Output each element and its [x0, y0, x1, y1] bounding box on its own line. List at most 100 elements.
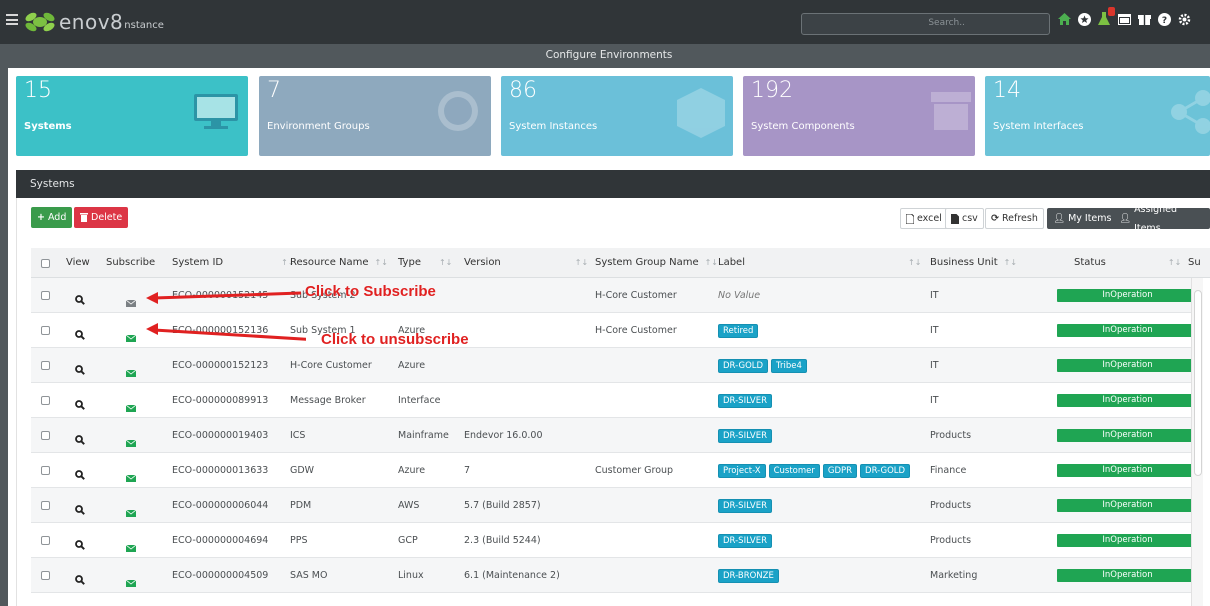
search-icon[interactable] — [75, 360, 85, 375]
select-all-checkbox[interactable] — [41, 259, 50, 268]
row-checkbox[interactable] — [41, 291, 50, 300]
column-business-unit[interactable]: Business Unit ↑↓ — [930, 248, 1017, 278]
label-tag[interactable]: DR-SILVER — [718, 533, 772, 548]
search-icon[interactable] — [75, 570, 85, 585]
label-tag[interactable]: DR-GOLD — [718, 358, 769, 373]
table-row[interactable]: ECO-000000152123 H-Core Customer Azure IT DR… — [31, 348, 1198, 383]
delete-label: Delete — [91, 212, 123, 223]
table-row[interactable]: ECO-000000013633 GDW Azure 7 Customer Group F… — [31, 453, 1198, 488]
row-checkbox[interactable] — [41, 361, 50, 370]
user-icon: 👤︎ — [1119, 213, 1132, 224]
label-tag[interactable]: DR-SILVER — [718, 428, 772, 443]
assigned-items-button[interactable]: 👤︎ Assigned Items — [1113, 204, 1210, 234]
column-resource-name[interactable]: Resource Name ↑↓ — [290, 248, 388, 278]
subscribed-envelope-icon[interactable] — [125, 502, 137, 517]
status-badge: InOperation — [1057, 569, 1198, 582]
subscribed-envelope-icon[interactable] — [125, 397, 137, 412]
search-icon[interactable] — [75, 290, 85, 305]
tile-system-interfaces[interactable]: 14 System Interfaces — [985, 76, 1210, 156]
subscribed-envelope-icon[interactable] — [125, 467, 137, 482]
subscribed-envelope-icon[interactable] — [125, 537, 137, 552]
subscribed-envelope-icon[interactable] — [125, 432, 137, 447]
row-checkbox[interactable] — [41, 466, 50, 475]
tile-system-components[interactable]: 192 System Components — [743, 76, 975, 156]
top-navbar: enov8 nstance Search.. ? — [0, 0, 1210, 44]
search-icon[interactable] — [75, 395, 85, 410]
system-id-cell: ECO-000000013633 — [172, 465, 269, 476]
label-tag[interactable]: DR-BRONZE — [718, 568, 779, 583]
hamburger-menu-icon[interactable] — [6, 14, 18, 25]
system-id-cell: ECO-000000089913 — [172, 395, 269, 406]
calendar-icon[interactable] — [1117, 12, 1131, 26]
search-icon[interactable] — [75, 465, 85, 480]
search-input[interactable]: Search.. — [801, 13, 1050, 35]
help-icon[interactable]: ? — [1157, 12, 1171, 26]
csv-export-button[interactable]: csv — [945, 208, 984, 229]
table-row[interactable]: ECO-000000089913 Message Broker Interface I… — [31, 383, 1198, 418]
type-cell: AWS — [398, 500, 420, 511]
system-id-cell: ECO-000000004509 — [172, 570, 269, 581]
column-su[interactable]: Su — [1188, 248, 1201, 278]
my-items-label: My Items — [1068, 213, 1112, 224]
tile-systems[interactable]: 15 Systems — [16, 76, 248, 156]
row-checkbox[interactable] — [41, 571, 50, 580]
column-system-id[interactable]: System ID ↑↓ — [172, 248, 295, 278]
row-checkbox[interactable] — [41, 396, 50, 405]
tile-count: 7 — [267, 78, 281, 103]
column-system-group-name[interactable]: System Group Name ↑↓ — [595, 248, 718, 278]
version-cell: 6.1 (Maintenance 2) — [464, 570, 560, 581]
table-row[interactable]: ECO-000000006044 PDM AWS 5.7 (Build 2857) Pr… — [31, 488, 1198, 523]
tile-system-instances[interactable]: 86 System Instances — [501, 76, 733, 156]
trash-icon — [80, 213, 88, 222]
add-button[interactable]: + Add — [31, 207, 73, 228]
star-icon[interactable] — [1077, 12, 1091, 26]
label-cell: DR-SILVER — [718, 488, 775, 523]
status-badge: InOperation — [1057, 464, 1198, 477]
label-tag[interactable]: Retired — [718, 323, 759, 338]
label-tag[interactable]: Project-X — [718, 463, 766, 478]
row-checkbox[interactable] — [41, 501, 50, 510]
row-checkbox[interactable] — [41, 536, 50, 545]
excel-export-button[interactable]: excel — [900, 208, 948, 229]
resource-name-cell: GDW — [290, 465, 315, 476]
label-tag[interactable]: GDPR — [822, 463, 858, 478]
my-items-button[interactable]: 👤︎ My Items — [1047, 208, 1118, 229]
label-tag[interactable]: DR-GOLD — [860, 463, 911, 478]
subscribed-envelope-icon[interactable] — [125, 362, 137, 377]
column-version[interactable]: Version ↑↓ — [464, 248, 588, 278]
column-view[interactable]: View — [66, 248, 90, 278]
label-tag[interactable]: DR-SILVER — [718, 498, 772, 513]
app-logo[interactable]: enov8 nstance — [23, 10, 164, 34]
system-id-cell: ECO-000000004694 — [172, 535, 269, 546]
scrollbar-thumb[interactable] — [1194, 290, 1202, 476]
tile-count: 192 — [751, 78, 793, 103]
unsubscribed-envelope-icon[interactable] — [125, 292, 137, 307]
home-icon[interactable] — [1057, 12, 1071, 26]
table-scrollbar[interactable] — [1191, 278, 1203, 606]
column-label[interactable]: Label ↑↓ — [718, 248, 921, 278]
search-icon[interactable] — [75, 430, 85, 445]
search-icon[interactable] — [75, 325, 85, 340]
subscribed-envelope-icon[interactable] — [125, 327, 137, 342]
subscribed-envelope-icon[interactable] — [125, 572, 137, 587]
row-checkbox[interactable] — [41, 431, 50, 440]
search-icon[interactable] — [75, 500, 85, 515]
refresh-button[interactable]: ⟳ Refresh — [985, 208, 1044, 229]
status-badge: InOperation — [1057, 394, 1198, 407]
delete-button[interactable]: Delete — [74, 207, 129, 228]
table-row[interactable]: ECO-000000004509 SAS MO Linux 6.1 (Maintena… — [31, 558, 1198, 593]
label-tag[interactable]: Customer — [768, 463, 820, 478]
label-tag[interactable]: Tribe4 — [771, 358, 807, 373]
type-cell: Azure — [398, 360, 426, 371]
gear-icon[interactable] — [1177, 12, 1191, 26]
column-subscribe[interactable]: Subscribe — [106, 248, 155, 278]
row-checkbox[interactable] — [41, 326, 50, 335]
column-type[interactable]: Type ↑↓ — [398, 248, 452, 278]
column-status[interactable]: Status ↑↓ — [1074, 248, 1181, 278]
table-row[interactable]: ECO-000000004694 PPS GCP 2.3 (Build 5244) Pr… — [31, 523, 1198, 558]
search-icon[interactable] — [75, 535, 85, 550]
gift-icon[interactable] — [1137, 12, 1151, 26]
tile-environment-groups[interactable]: 7 Environment Groups — [259, 76, 491, 156]
label-tag[interactable]: DR-SILVER — [718, 393, 772, 408]
table-row[interactable]: ECO-000000019403 ICS Mainframe Endevor 16.0… — [31, 418, 1198, 453]
